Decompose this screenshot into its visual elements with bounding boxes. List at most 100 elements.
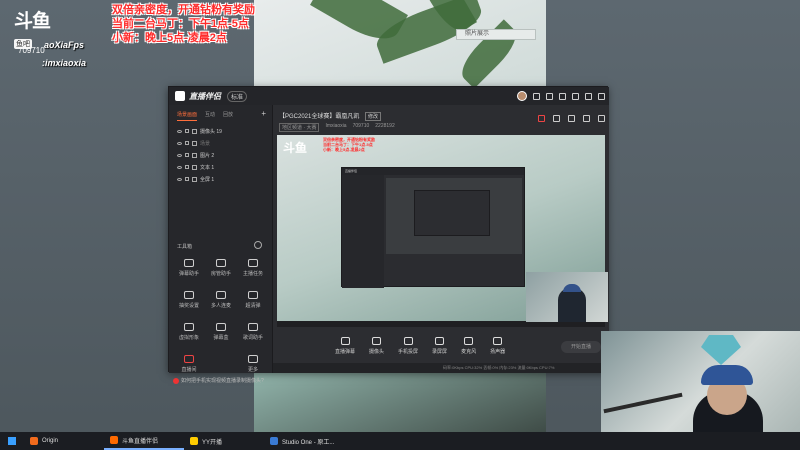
version-badge[interactable]: 标准 bbox=[227, 90, 248, 102]
app-logo-icon bbox=[175, 91, 185, 101]
studio-one-icon bbox=[270, 437, 278, 445]
modify-button[interactable]: 修改 bbox=[365, 112, 382, 121]
room-category[interactable]: 地区频道 · 大赛 bbox=[279, 123, 320, 132]
scene-label: 场景 bbox=[200, 140, 211, 147]
preview-overlay-text: 双倍亲密度，开通钻粉有奖励 当前二台马丁：下午1点-5点 小新：晚上5点-凌晨2… bbox=[323, 137, 375, 152]
room-heat: 2228192 bbox=[375, 123, 395, 129]
scene-item[interactable]: 摄像头 19 bbox=[169, 125, 272, 137]
lyrics-icon bbox=[248, 323, 258, 331]
tool-item[interactable]: 主播任务 bbox=[237, 259, 269, 277]
help-link[interactable]: 如何把手机实现视频直播录制摄像头? bbox=[173, 377, 264, 384]
task-icon bbox=[248, 259, 258, 267]
blank-tool-icon bbox=[216, 355, 226, 363]
lock-icon[interactable] bbox=[185, 177, 189, 181]
tool-item[interactable]: 弹幕助手 bbox=[173, 259, 205, 277]
lock-icon[interactable] bbox=[185, 165, 189, 169]
skin-icon[interactable] bbox=[533, 92, 540, 100]
scene-item[interactable]: 场景 bbox=[169, 137, 272, 149]
sidebar: 场景画面 互动 回放 + 摄像头 19 场景 图片 2 文本 1 全屏 1 工具… bbox=[169, 105, 273, 384]
control-item[interactable]: 麦克风 bbox=[461, 337, 476, 355]
camera-icon bbox=[192, 128, 197, 134]
tab-scenes[interactable]: 场景画面 bbox=[177, 111, 198, 121]
more-tools-icon[interactable] bbox=[254, 241, 262, 249]
photo-label: 照片展示 bbox=[456, 29, 536, 40]
eye-icon[interactable] bbox=[177, 129, 182, 133]
eye-icon[interactable] bbox=[177, 165, 182, 169]
tool-item[interactable]: 直播间 bbox=[173, 355, 205, 373]
control-item[interactable]: 录屏屏 bbox=[432, 337, 447, 355]
tool-item[interactable]: 更多 bbox=[237, 355, 269, 373]
maximize-icon[interactable] bbox=[585, 92, 592, 100]
tool-item[interactable]: 弹幕盒 bbox=[205, 323, 237, 341]
close-icon[interactable] bbox=[598, 92, 605, 100]
record-icon[interactable] bbox=[538, 115, 545, 122]
tool-label: 虚拟形象 bbox=[178, 335, 199, 341]
multi-mic-icon bbox=[216, 291, 226, 299]
room-meta: 地区频道 · 大赛 Imxiaoxia 709710 2228192 bbox=[279, 123, 395, 132]
windows-start-icon[interactable] bbox=[8, 437, 16, 445]
streamer-name: aoXiaFps bbox=[44, 40, 85, 50]
promo-line: 小新：晚上5点-凌晨2点 bbox=[112, 32, 227, 44]
minimize-icon[interactable] bbox=[572, 92, 579, 100]
main-panel: 【PGC2021全球赛】霸凰凡凯 修改 地区频道 · 大赛 Imxiaoxia … bbox=[273, 105, 609, 373]
tool-item[interactable]: 多人连麦 bbox=[205, 291, 237, 309]
tool-item[interactable]: 虚拟形象 bbox=[173, 323, 205, 341]
go-live-button[interactable]: 开始直播 bbox=[561, 341, 601, 353]
share-icon[interactable] bbox=[598, 115, 605, 122]
scene-item[interactable]: 全屏 1 bbox=[169, 173, 272, 185]
scene-item[interactable]: 文本 1 bbox=[169, 161, 272, 173]
tool-item[interactable]: 超清弹 bbox=[237, 291, 269, 309]
message-icon[interactable] bbox=[546, 92, 553, 100]
promo-overlay: 双倍亲密度，开通钻粉有奖励 当前二台马丁：下午1点-5点 小新：晚上5点-凌晨2… bbox=[112, 3, 255, 45]
eye-icon[interactable] bbox=[177, 141, 182, 145]
tab-replay[interactable]: 回放 bbox=[223, 111, 233, 121]
promo-line: 当前二台马丁：下午1点-5点 bbox=[112, 18, 249, 30]
layout-icon[interactable] bbox=[568, 115, 575, 122]
tool-label: 更多 bbox=[247, 367, 258, 373]
taskbar-label: YY开播 bbox=[202, 439, 223, 446]
danmaku-icon bbox=[184, 259, 194, 267]
add-scene-icon[interactable]: + bbox=[261, 109, 266, 118]
eye-icon[interactable] bbox=[177, 177, 182, 181]
lock-icon[interactable] bbox=[185, 129, 189, 133]
tool-item[interactable]: 歌词助手 bbox=[237, 323, 269, 341]
danmaku-box-icon bbox=[216, 323, 226, 331]
app-title: 直播伴侣 bbox=[189, 91, 221, 101]
tool-label: 房管助手 bbox=[210, 271, 231, 277]
lock-icon[interactable] bbox=[185, 141, 189, 145]
tools-grid: 弹幕助手 房管助手 主播任务 抽奖设置 多人连麦 超清弹 虚拟形象 弹幕盒 歌词… bbox=[173, 259, 269, 373]
control-label: 麦克风 bbox=[461, 349, 477, 355]
bell-icon[interactable] bbox=[583, 115, 590, 122]
scene-label: 摄像头 19 bbox=[200, 128, 222, 135]
hd-icon bbox=[248, 291, 258, 299]
tools-header: 工具箱 bbox=[177, 244, 193, 250]
tool-label: 直播间 bbox=[181, 367, 197, 373]
control-item[interactable]: 摄像头 bbox=[369, 337, 384, 355]
taskbar-item-douyu[interactable]: 斗鱼直播伴侣 bbox=[104, 432, 184, 450]
lock-icon[interactable] bbox=[185, 153, 189, 157]
control-item[interactable]: 直播弹幕 bbox=[335, 337, 355, 355]
scene-icon bbox=[192, 140, 197, 146]
taskbar-item-origin[interactable]: Origin bbox=[24, 432, 104, 450]
streamer-handle: :imxiaoxia bbox=[42, 58, 87, 68]
lock-icon[interactable] bbox=[553, 115, 560, 122]
tab-interact[interactable]: 互动 bbox=[205, 111, 215, 121]
taskbar-item-studio-one[interactable]: Studio One - 原工... bbox=[264, 432, 344, 450]
avatar[interactable] bbox=[517, 91, 527, 101]
tool-item[interactable] bbox=[205, 355, 237, 373]
room-owner: Imxiaoxia bbox=[325, 123, 347, 129]
control-item[interactable]: 手机投屏 bbox=[398, 337, 418, 355]
nested-app-window: 直播伴侣 bbox=[341, 167, 525, 288]
control-item[interactable]: 扬声器 bbox=[490, 337, 505, 355]
more-icon bbox=[248, 355, 258, 363]
scene-item[interactable]: 图片 2 bbox=[169, 149, 272, 161]
room-icon bbox=[184, 355, 194, 363]
eye-icon[interactable] bbox=[177, 153, 182, 157]
taskbar-item-yy[interactable]: YY开播 bbox=[184, 432, 264, 450]
control-bar: 直播弹幕 摄像头 手机投屏 录屏屏 麦克风 扬声器 bbox=[277, 329, 605, 363]
scene-label: 全屏 1 bbox=[200, 176, 215, 183]
preview-logo: 斗鱼 bbox=[283, 141, 308, 155]
tool-item[interactable]: 房管助手 bbox=[205, 259, 237, 277]
settings-icon[interactable] bbox=[559, 92, 566, 100]
tool-item[interactable]: 抽奖设置 bbox=[173, 291, 205, 309]
